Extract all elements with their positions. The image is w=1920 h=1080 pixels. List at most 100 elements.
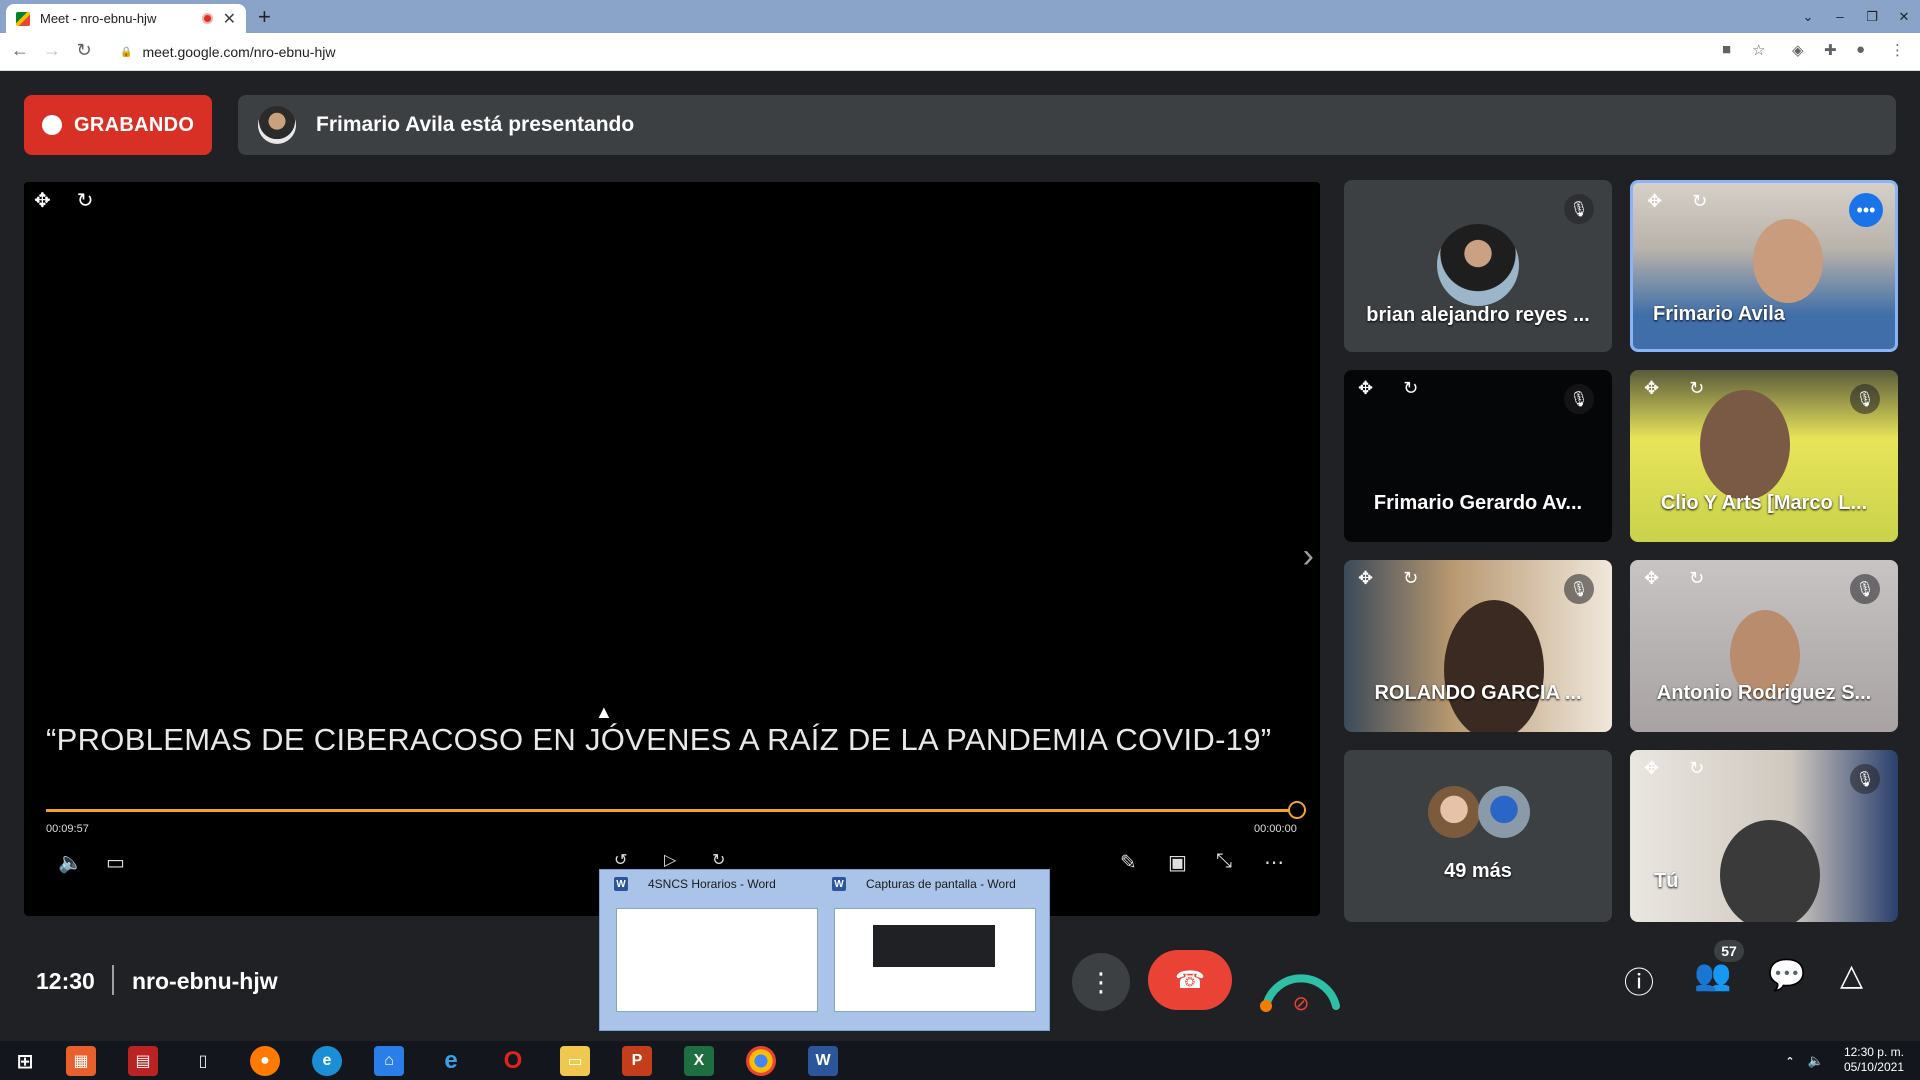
meeting-code: nro-ebnu-hjw (132, 968, 278, 994)
word-taskbar-icon[interactable]: W (808, 1046, 838, 1076)
reload-icon[interactable]: ↻ (72, 40, 96, 61)
profile-avatar-icon[interactable]: ● (1856, 41, 1865, 58)
bookmark-star-icon[interactable]: ☆ (1752, 41, 1765, 59)
pen-icon[interactable]: ✎ (1120, 850, 1137, 875)
recording-label: GRABANDO (74, 113, 195, 136)
participant-tile-more[interactable]: 49 más (1344, 750, 1612, 922)
app-icon[interactable]: ⌂ (374, 1046, 404, 1076)
activities-icon[interactable]: △ (1840, 958, 1863, 993)
minimize-icon[interactable]: – (1824, 9, 1856, 24)
lock-icon: 🔒 (120, 46, 133, 58)
window-close-icon[interactable]: ✕ (1888, 9, 1920, 25)
move-icon[interactable]: ✥ (1647, 191, 1662, 212)
app-icon[interactable]: ▤ (128, 1046, 158, 1076)
participant-tile[interactable]: ✥ ↻ ••• Frimario Avila (1630, 180, 1898, 352)
speaker-icon[interactable]: 🔈 (1806, 1046, 1826, 1076)
windows-start-icon[interactable]: ⊞ (10, 1046, 40, 1076)
progress-handle[interactable] (1288, 801, 1306, 819)
volume-icon[interactable]: 🔈 (58, 850, 83, 875)
move-icon[interactable]: ✥ (1358, 568, 1373, 589)
chrome-icon[interactable] (746, 1046, 776, 1076)
file-explorer-icon[interactable]: ▭ (560, 1046, 590, 1076)
participant-tile[interactable]: 🎙 brian alejandro reyes ... (1344, 180, 1612, 352)
rewind-10-icon[interactable]: ↺ (614, 850, 627, 870)
preview-title: Capturas de pantalla - Word (866, 877, 1016, 891)
play-icon[interactable]: ▷ (664, 850, 676, 870)
meeting-info-icon[interactable]: ⓘ (1624, 958, 1654, 1002)
mic-off-icon: 🎙 (1850, 574, 1880, 604)
more-options-icon[interactable]: ••• (1849, 193, 1883, 227)
refresh-icon[interactable]: ↻ (1692, 191, 1707, 212)
forward-30-icon[interactable]: ↻ (712, 850, 725, 870)
presentation-view[interactable]: ✥ ↻ › ▲ “PROBLEMAS DE CIBERACOSO EN JÓVE… (24, 182, 1320, 916)
people-icon[interactable]: 👥 (1694, 958, 1731, 993)
back-icon[interactable]: ← (8, 40, 32, 61)
powerpoint-icon[interactable]: P (622, 1046, 652, 1076)
system-time: 12:30 p. m. (1843, 1045, 1904, 1059)
extensions-puzzle-icon[interactable]: ✚ (1824, 41, 1837, 59)
opera-icon[interactable]: O (498, 1046, 528, 1076)
participant-tile-self[interactable]: ✥ ↻ 🎙 Tú (1630, 750, 1898, 922)
video-progress-bar[interactable] (46, 801, 1306, 819)
picture-in-picture-icon[interactable]: ▣ (1168, 850, 1187, 875)
participant-tile[interactable]: ✥ ↻ 🎙 Antonio Rodriguez S... (1630, 560, 1898, 732)
exit-fullscreen-icon[interactable]: ⤡ (1216, 850, 1232, 873)
refresh-icon[interactable]: ↻ (1403, 568, 1418, 589)
new-tab-icon[interactable]: + (258, 4, 271, 30)
more-options-icon[interactable]: ⋯ (1264, 850, 1284, 875)
refresh-icon[interactable]: ↻ (1689, 378, 1704, 399)
taskbar-preview: W 4SNCS Horarios - Word W Capturas de pant… (599, 869, 1050, 1031)
preview-window[interactable]: W Capturas de pantalla - Word (818, 870, 1036, 1020)
system-clock[interactable]: 12:30 p. m. 05/10/2021 (1844, 1045, 1904, 1075)
move-icon[interactable]: ✥ (1644, 758, 1659, 779)
move-icon[interactable]: ✥ (1358, 378, 1373, 399)
system-date: 05/10/2021 (1843, 1060, 1904, 1074)
participant-face (1700, 390, 1790, 500)
word-icon: W (614, 877, 628, 891)
forward-icon[interactable]: → (40, 40, 64, 61)
chat-icon[interactable]: 💬 (1768, 958, 1805, 993)
tab-title: Meet - nro-ebnu-hjw (40, 11, 157, 26)
time-remaining: 00:00:00 (1254, 823, 1297, 835)
participant-name: Frimario Gerardo Av... (1373, 492, 1583, 514)
move-icon[interactable]: ✥ (34, 188, 51, 213)
tab-close-icon[interactable]: ✕ (223, 9, 236, 29)
internet-explorer-icon[interactable]: e (436, 1046, 466, 1076)
audio-level-gauge-icon[interactable]: ⊘ (1258, 948, 1344, 1014)
participant-name: Antonio Rodriguez S... (1656, 682, 1872, 704)
refresh-icon[interactable]: ↻ (1689, 568, 1704, 589)
restore-icon[interactable]: ❐ (1856, 9, 1888, 25)
mic-off-icon: 🎙 (1850, 384, 1880, 414)
preview-thumbnail (834, 908, 1036, 1012)
move-icon[interactable]: ✥ (1644, 378, 1659, 399)
app-icon[interactable]: ▦ (66, 1046, 96, 1076)
edge-icon[interactable]: e (312, 1046, 342, 1076)
tab-search-icon[interactable]: ⌄ (1792, 9, 1824, 25)
excel-icon[interactable]: X (684, 1046, 714, 1076)
more-options-button[interactable]: ⋮ (1072, 953, 1130, 1011)
tray-chevron-icon[interactable]: ⌃ (1780, 1046, 1800, 1076)
move-icon[interactable]: ✥ (1644, 568, 1659, 589)
file-icon[interactable]: ▯ (188, 1046, 218, 1076)
firefox-icon[interactable]: ● (250, 1046, 280, 1076)
refresh-icon[interactable]: ↻ (1403, 378, 1418, 399)
participant-face (1753, 219, 1823, 303)
participant-count-badge: 57 (1714, 940, 1744, 962)
chevron-right-icon[interactable]: › (1303, 537, 1314, 576)
leave-call-button[interactable]: ☎ (1148, 950, 1232, 1010)
extension-box-icon[interactable]: ◈ (1792, 41, 1804, 59)
participant-tile[interactable]: ✥ ↻ 🎙 Frimario Gerardo Av... (1344, 370, 1612, 542)
refresh-icon[interactable]: ↻ (1689, 758, 1704, 779)
participant-tile[interactable]: ✥ ↻ 🎙 Clio Y Arts [Marco L... (1630, 370, 1898, 542)
preview-window[interactable]: W 4SNCS Horarios - Word (600, 870, 818, 1020)
browser-tab[interactable]: Meet - nro-ebnu-hjw ✕ (6, 4, 246, 33)
browser-menu-icon[interactable]: ⋮ (1890, 41, 1905, 59)
divider (112, 965, 114, 995)
avatar (1437, 224, 1519, 306)
subtitles-icon[interactable]: ▭ (106, 850, 125, 875)
participant-tile[interactable]: ✥ ↻ 🎙 ROLANDO GARCIA ... (1344, 560, 1612, 732)
camera-icon[interactable]: ■ (1722, 41, 1731, 58)
refresh-icon[interactable]: ↻ (77, 188, 94, 213)
address-bar[interactable]: 🔒 meet.google.com/nro-ebnu-hjw (110, 37, 1750, 67)
recording-indicator[interactable]: GRABANDO (24, 95, 212, 155)
